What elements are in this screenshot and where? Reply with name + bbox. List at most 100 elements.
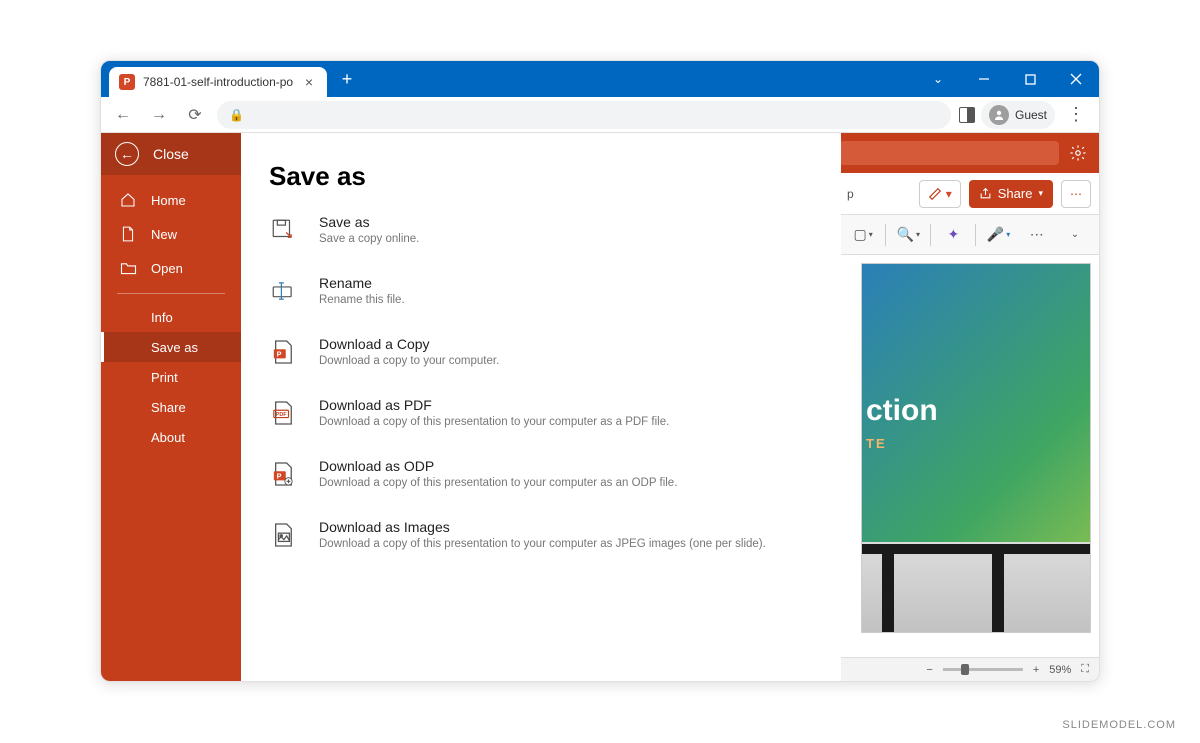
toolbar-button[interactable]: ▢▾ bbox=[847, 221, 879, 249]
nav-new[interactable]: New bbox=[101, 217, 241, 251]
nav-about[interactable]: About bbox=[101, 422, 241, 452]
svg-text:P: P bbox=[277, 350, 282, 359]
option-rename[interactable]: Rename Rename this file. bbox=[269, 275, 813, 306]
side-panel-icon[interactable] bbox=[959, 107, 975, 123]
nav-open[interactable]: Open bbox=[101, 251, 241, 285]
status-bar: − + 59% ⛶ bbox=[839, 657, 1099, 681]
ribbon-toolbar-row: ▢▾ 🔍▾ ✦ 🎤▾ ⋯ ⌄ bbox=[839, 215, 1099, 255]
home-label: Home bbox=[151, 193, 186, 208]
option-save-as[interactable]: Save as Save a copy online. bbox=[269, 214, 813, 245]
option-title: Rename bbox=[319, 275, 405, 291]
rename-icon bbox=[269, 277, 297, 305]
minimize-button[interactable] bbox=[961, 61, 1007, 97]
ribbon-title-row bbox=[839, 133, 1099, 173]
new-tab-button[interactable]: + bbox=[333, 65, 361, 93]
image-file-icon bbox=[269, 521, 297, 549]
nav-share[interactable]: Share bbox=[101, 392, 241, 422]
browser-window: P 7881-01-self-introduction-powe × + ⌄ ←… bbox=[100, 60, 1100, 682]
option-download-pdf[interactable]: PDF Download as PDF Download a copy of t… bbox=[269, 397, 813, 428]
svg-text:P: P bbox=[277, 472, 282, 481]
open-label: Open bbox=[151, 261, 183, 276]
folder-icon bbox=[119, 259, 137, 277]
zoom-slider[interactable] bbox=[943, 668, 1023, 671]
toolbar-overflow[interactable]: ⋯ bbox=[1021, 221, 1053, 249]
chevron-down-icon[interactable]: ⌄ bbox=[915, 61, 961, 97]
back-arrow-icon: ← bbox=[115, 142, 139, 166]
ribbon-overflow-button[interactable]: ⋯ bbox=[1061, 180, 1091, 208]
window-controls: ⌄ bbox=[915, 61, 1099, 97]
print-label: Print bbox=[151, 370, 178, 385]
option-desc: Save a copy online. bbox=[319, 233, 419, 245]
slide-preview: ction TE bbox=[861, 263, 1091, 633]
search-stub[interactable] bbox=[839, 141, 1059, 165]
fit-to-window-button[interactable]: ⛶ bbox=[1081, 663, 1089, 676]
info-label: Info bbox=[151, 310, 173, 325]
option-download-odp[interactable]: P Download as ODP Download a copy of thi… bbox=[269, 458, 813, 489]
zoom-level: 59% bbox=[1049, 664, 1071, 676]
option-title: Download a Copy bbox=[319, 336, 499, 352]
pdf-file-icon: PDF bbox=[269, 399, 297, 427]
powerpoint-favicon: P bbox=[119, 74, 135, 90]
close-label: Close bbox=[153, 146, 189, 162]
option-title: Save as bbox=[319, 214, 419, 230]
maximize-button[interactable] bbox=[1007, 61, 1053, 97]
option-download-images[interactable]: Download as Images Download a copy of th… bbox=[269, 519, 813, 550]
slide-subtitle-fragment: TE bbox=[866, 436, 887, 451]
close-window-button[interactable] bbox=[1053, 61, 1099, 97]
home-icon bbox=[119, 191, 137, 209]
editing-mode-button[interactable]: ▾ bbox=[919, 180, 961, 208]
reload-button[interactable]: ⟳ bbox=[181, 101, 209, 129]
svg-text:PDF: PDF bbox=[276, 412, 288, 418]
back-button[interactable]: ← bbox=[109, 101, 137, 129]
browser-address-bar: ← → ⟳ 🔒 Guest ⋮ bbox=[101, 97, 1099, 133]
find-button[interactable]: 🔍▾ bbox=[892, 221, 924, 249]
share-nav-label: Share bbox=[151, 400, 186, 415]
designer-button[interactable]: ✦ bbox=[937, 221, 969, 249]
browser-tab[interactable]: P 7881-01-self-introduction-powe × bbox=[109, 67, 327, 97]
dictate-button[interactable]: 🎤▾ bbox=[982, 221, 1014, 249]
page-title: Save as bbox=[269, 161, 813, 192]
ribbon-tabs-row: p ▾ Share ▾ ⋯ bbox=[839, 173, 1099, 215]
option-title: Download as PDF bbox=[319, 397, 669, 413]
new-label: New bbox=[151, 227, 177, 242]
save-as-icon bbox=[269, 216, 297, 244]
option-download-copy[interactable]: P Download a Copy Download a copy to you… bbox=[269, 336, 813, 367]
ribbon-stub-text: p bbox=[847, 187, 854, 201]
pptx-file-icon: P bbox=[269, 338, 297, 366]
ribbon-partial: p ▾ Share ▾ ⋯ ▢▾ 🔍▾ ✦ bbox=[839, 133, 1099, 255]
share-button[interactable]: Share ▾ bbox=[969, 180, 1053, 208]
backstage-close-button[interactable]: ← Close bbox=[101, 133, 241, 175]
collapse-ribbon-icon[interactable]: ⌄ bbox=[1059, 221, 1091, 249]
app-area: p ▾ Share ▾ ⋯ ▢▾ 🔍▾ ✦ bbox=[101, 133, 1099, 681]
odp-file-icon: P bbox=[269, 460, 297, 488]
backstage-sidebar: ← Close Home New bbox=[101, 133, 241, 681]
gear-icon[interactable] bbox=[1069, 144, 1087, 162]
watermark: SLIDEMODEL.COM bbox=[1062, 719, 1176, 731]
share-label: Share bbox=[998, 186, 1033, 201]
backstage-main: Save as Save as Save a copy online. bbox=[241, 133, 841, 681]
url-input[interactable]: 🔒 bbox=[217, 101, 951, 129]
browser-menu-button[interactable]: ⋮ bbox=[1061, 104, 1091, 125]
option-title: Download as ODP bbox=[319, 458, 677, 474]
nav-print[interactable]: Print bbox=[101, 362, 241, 392]
browser-titlebar: P 7881-01-self-introduction-powe × + ⌄ bbox=[101, 61, 1099, 97]
profile-button[interactable]: Guest bbox=[981, 101, 1055, 129]
nav-save-as[interactable]: Save as bbox=[101, 332, 241, 362]
tab-close-icon[interactable]: × bbox=[301, 74, 317, 90]
option-desc: Download a copy of this presentation to … bbox=[319, 477, 677, 489]
saveas-label: Save as bbox=[151, 340, 198, 355]
nav-home[interactable]: Home bbox=[101, 183, 241, 217]
option-desc: Download a copy to your computer. bbox=[319, 355, 499, 367]
guest-label: Guest bbox=[1015, 108, 1047, 122]
about-label: About bbox=[151, 430, 185, 445]
nav-info[interactable]: Info bbox=[101, 302, 241, 332]
backstage-view: ← Close Home New bbox=[101, 133, 841, 681]
option-desc: Download a copy of this presentation to … bbox=[319, 416, 669, 428]
zoom-in-button[interactable]: + bbox=[1033, 664, 1039, 676]
forward-button[interactable]: → bbox=[145, 101, 173, 129]
slide-title-fragment: ction bbox=[866, 394, 938, 428]
file-icon bbox=[119, 225, 137, 243]
avatar-icon bbox=[989, 105, 1009, 125]
zoom-out-button[interactable]: − bbox=[926, 664, 932, 676]
option-desc: Download a copy of this presentation to … bbox=[319, 538, 766, 550]
